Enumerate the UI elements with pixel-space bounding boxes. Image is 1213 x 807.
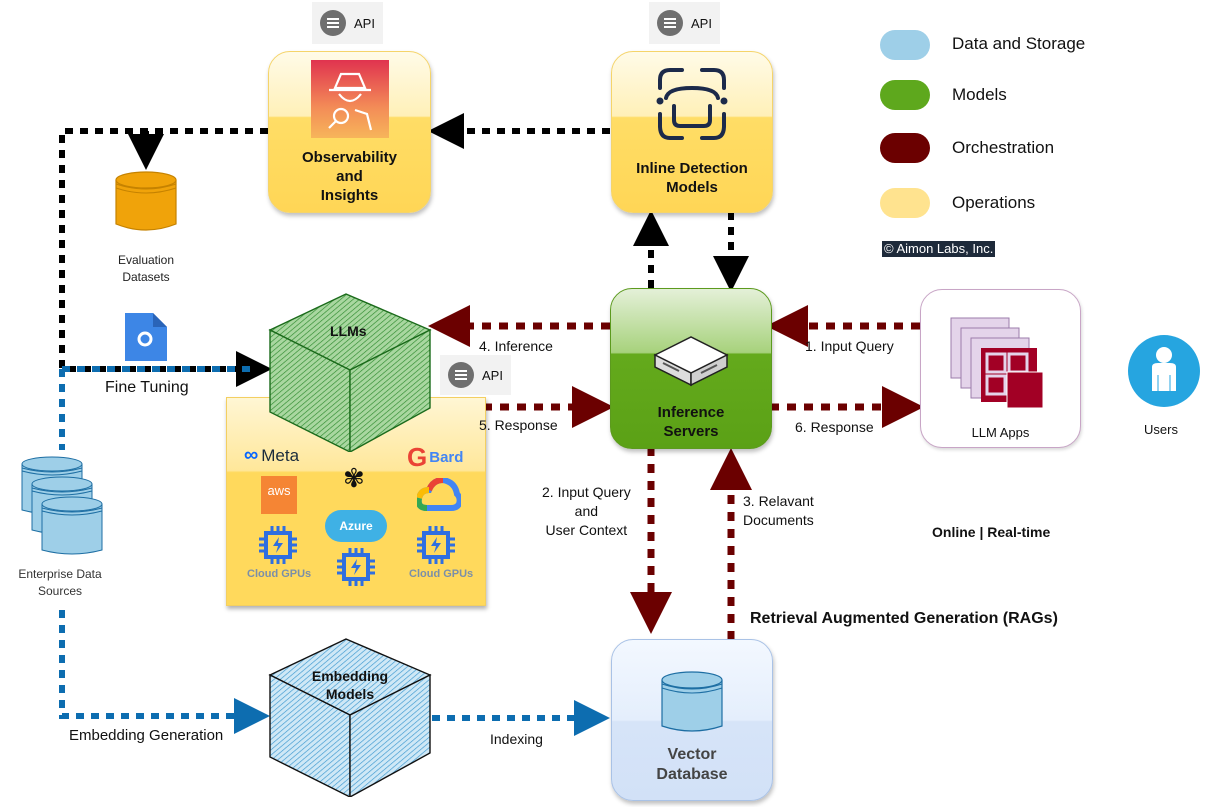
fine-tuning-label: Fine Tuning	[105, 379, 189, 396]
openai-icon: ✾	[343, 463, 365, 493]
embedding-generation-label: Embedding Generation	[69, 727, 224, 744]
api-label: API	[354, 15, 375, 31]
rag-query-line-2: and	[574, 503, 599, 519]
input-query-1-label: 1. Input Query	[805, 338, 894, 354]
api-label: API	[482, 367, 503, 383]
config-file-icon	[125, 313, 167, 361]
legend-label-models: Models	[952, 85, 1007, 104]
enterprise-label-1: Enterprise Data	[18, 567, 102, 581]
legend-label-orchestration: Orchestration	[952, 138, 1055, 157]
aws-label: aws	[267, 483, 291, 498]
rag-query-line-3: User Context	[545, 522, 628, 538]
legend-label-operations: Operations	[952, 193, 1036, 212]
indexing-label: Indexing	[490, 731, 543, 747]
api-badge-detection: API	[649, 2, 720, 44]
relevant-docs-label: 3. Relavant Documents	[743, 492, 814, 530]
inference-label-1: Inference	[657, 404, 725, 421]
detection-label-1: Inline Detection	[636, 160, 748, 177]
user-icon[interactable]	[1128, 335, 1200, 407]
apps-stack-icon	[950, 317, 1044, 409]
users-label: Users	[1144, 422, 1178, 437]
detection-label-2: Models	[666, 179, 718, 196]
azure-label: Azure	[339, 519, 373, 533]
gpu-chip-icon	[259, 526, 297, 564]
api-icon	[657, 10, 683, 36]
embedding-label-1: Embedding	[311, 668, 389, 684]
evaluation-datasets-label: Evaluation Datasets	[106, 252, 186, 286]
rag-query-label: 2. Input Query and User Context	[542, 483, 631, 540]
gpu-label-left: Cloud GPUs	[247, 568, 312, 580]
enterprise-databases-icon	[21, 456, 103, 555]
gpu-label-right: Cloud GPUs	[409, 568, 474, 580]
api-icon	[320, 10, 346, 36]
llms-label: LLMs	[330, 323, 367, 339]
embedding-models-cube[interactable]	[268, 637, 434, 797]
legend-swatch-operations	[880, 188, 930, 218]
rag-title: Retrieval Augmented Generation (RAGs)	[750, 610, 1058, 627]
llm-apps-card[interactable]: LLM Apps	[920, 289, 1081, 448]
inference-label-2: Servers	[663, 423, 719, 440]
google-cloud-icon	[417, 478, 461, 511]
rag-query-line-1: 2. Input Query	[542, 484, 631, 500]
eval-label-1: Evaluation	[117, 253, 175, 267]
enterprise-data-label: Enterprise Data Sources	[8, 566, 112, 600]
relevant-docs-line-1: 3. Relavant	[743, 493, 814, 509]
legend-swatch-models	[880, 80, 930, 110]
azure-logo: Azure	[325, 510, 387, 542]
api-icon	[448, 362, 474, 388]
response-5-label: 5. Response	[479, 417, 558, 433]
meta-infinity-icon: ∞	[244, 444, 259, 466]
copyright: © Aimon Labs, Inc.	[882, 241, 996, 257]
server-icon	[653, 336, 729, 387]
evaluation-database-icon	[115, 171, 177, 231]
vector-database-icon	[661, 671, 723, 732]
observability-card[interactable]: Observability and Insights	[268, 51, 431, 213]
api-label: API	[691, 15, 712, 31]
online-realtime-label: Online | Real-time	[932, 524, 1051, 540]
embedding-label-2: Models	[325, 686, 375, 702]
gpu-chip-icon	[337, 548, 375, 586]
bard-label: Bard	[429, 449, 464, 466]
edge-embedding-generation	[59, 610, 270, 734]
api-badge-observability: API	[312, 2, 383, 44]
eval-label-2: Datasets	[122, 270, 170, 284]
inference-edge-label: 4. Inference	[479, 338, 553, 354]
observability-label-1: Observability	[301, 149, 398, 166]
vector-label-1: Vector	[667, 746, 717, 763]
observability-label-2: and	[336, 168, 363, 185]
gpu-chip-icon	[417, 526, 455, 564]
api-badge-llms: API	[440, 355, 511, 395]
inference-servers-card[interactable]: Inference Servers	[610, 288, 772, 449]
legend-label-data: Data and Storage	[952, 34, 1086, 53]
aws-logo: aws	[261, 476, 297, 514]
llms-cube[interactable]	[268, 292, 434, 452]
llm-apps-label: LLM Apps	[971, 425, 1030, 440]
relevant-docs-line-2: Documents	[743, 512, 814, 528]
legend-swatch-data	[880, 30, 930, 60]
enterprise-label-2: Sources	[37, 584, 83, 598]
detective-icon	[311, 60, 389, 138]
observability-label-3: Insights	[320, 187, 379, 204]
response-6-label: 6. Response	[795, 419, 874, 435]
embedding-models-label: Embedding Models	[300, 667, 400, 703]
legend-swatch-orchestration	[880, 133, 930, 163]
inline-detection-card[interactable]: Inline Detection Models	[611, 51, 773, 213]
vector-database-card[interactable]: Vector Database	[611, 639, 773, 801]
face-scan-icon	[656, 68, 728, 140]
vector-label-2: Database	[656, 766, 728, 783]
